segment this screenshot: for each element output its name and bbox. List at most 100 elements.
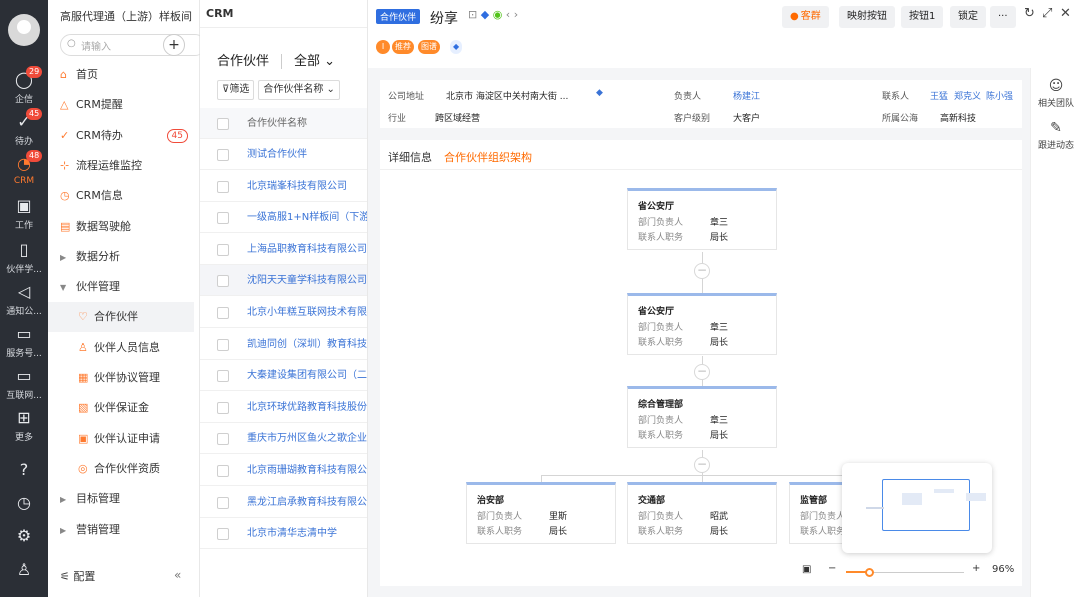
table-row[interactable]: 北京市清华志清中学 <box>200 518 367 550</box>
org-node[interactable]: 省公安厅 部门负责人 章三 联系人职务 局长 <box>627 188 777 250</box>
button1[interactable]: 按钮1 <box>901 6 944 28</box>
filter-button[interactable]: ⊽筛选 <box>217 80 255 100</box>
row-checkbox[interactable] <box>217 401 229 414</box>
next-record-button[interactable]: › <box>514 8 518 21</box>
related-team-button[interactable]: ☺ 相关团队 <box>1031 78 1080 109</box>
row-checkbox[interactable] <box>217 465 229 477</box>
collapse-joint-icon[interactable]: − <box>694 457 710 473</box>
nav-item-1[interactable]: △ CRM提醒 <box>48 90 194 120</box>
partner-name-link[interactable]: 大秦建设集团有限公司（二级 <box>247 360 367 390</box>
minimap[interactable] <box>842 463 992 553</box>
nav-item-2[interactable]: ✓ CRM待办 45 <box>48 121 194 151</box>
table-row[interactable]: 测试合作伙伴 <box>200 139 367 170</box>
nav-item-11[interactable]: ▧ 伙伴保证金 <box>48 393 194 423</box>
zoom-slider-handle[interactable] <box>865 568 874 577</box>
collapse-icon[interactable]: « <box>174 568 181 582</box>
partner-name-link[interactable]: 沈阳天天童学科技有限公司 <box>247 265 367 295</box>
customer-group-button[interactable]: 客群 <box>782 6 829 28</box>
rail-item-todo[interactable]: ✓ 45 待办 <box>0 108 48 147</box>
nav-item-12[interactable]: ▣ 伙伴认证申请 <box>48 424 194 454</box>
row-checkbox[interactable] <box>217 338 229 351</box>
rail-item-more[interactable]: ⊞ 更多 <box>0 408 48 443</box>
contact-1[interactable]: 王猛 <box>930 89 948 102</box>
rail-item-chat[interactable]: ◯ 29 企信 <box>0 66 48 105</box>
row-checkbox[interactable] <box>217 370 229 383</box>
more-button[interactable]: ··· <box>990 6 1016 28</box>
view-select[interactable]: 全部 ⌄ <box>281 54 336 69</box>
table-row[interactable]: 一级高服1+N样板间（下游） <box>200 202 367 234</box>
nav-item-14[interactable]: ▶ 目标管理 <box>48 484 194 514</box>
partner-name-link[interactable]: 重庆市万州区鱼火之歌企业管 <box>247 423 367 453</box>
row-checkbox[interactable] <box>217 243 229 256</box>
partner-name-link[interactable]: 测试合作伙伴 <box>247 139 307 169</box>
nav-item-8[interactable]: ♡ 合作伙伴 <box>48 302 194 333</box>
table-row[interactable]: 北京小年糕互联网技术有限公 <box>200 297 367 328</box>
contact-2[interactable]: 郑克义 <box>954 89 981 102</box>
tag-icon[interactable]: ◆ <box>481 8 489 21</box>
follow-up-button[interactable]: ✎ 跟进动态 <box>1031 120 1080 151</box>
row-checkbox[interactable] <box>217 528 229 541</box>
rail-item-work[interactable]: ▣ 工作 <box>0 196 48 231</box>
nav-item-0[interactable]: ⌂ 首页 <box>48 60 194 90</box>
nav-config[interactable]: ⚟ 配置 <box>60 568 95 584</box>
org-node[interactable]: 综合管理部 部门负责人 章三 联系人职务 局长 <box>627 386 777 448</box>
zoom-slider[interactable] <box>846 568 964 577</box>
org-node[interactable]: 治安部 部门负责人 里斯 联系人职务 局长 <box>466 482 616 544</box>
field-select[interactable]: 合作伙伴名称 ⌄ <box>258 80 340 100</box>
rail-item-crm[interactable]: ◔ 48 CRM <box>0 150 48 186</box>
org-node[interactable]: 交通部 部门负责人 昭武 联系人职务 局长 <box>627 482 777 544</box>
nav-item-4[interactable]: ◷ CRM信息 <box>48 181 194 211</box>
prev-record-button[interactable]: ‹ <box>506 8 510 21</box>
rail-item-internet[interactable]: ▭ 互联网... <box>0 366 48 401</box>
chip-recommend[interactable]: 推荐 <box>392 40 414 54</box>
tag-blue-icon[interactable]: ◆ <box>450 40 463 54</box>
refresh-icon[interactable]: ↻ <box>1024 6 1035 21</box>
owner-value[interactable]: 杨建江 <box>733 89 760 102</box>
org-chart-canvas[interactable]: − − − 省公安厅 部门负责人 章三 联系人职务 局长 省公安厅 部门负责人 章三 联系人职务… <box>380 170 1022 586</box>
table-row[interactable]: 沈阳天天童学科技有限公司 <box>200 265 367 297</box>
lock-icon[interactable]: ⊡ <box>468 8 477 21</box>
nav-item-6[interactable]: ▶ 数据分析 <box>48 242 194 272</box>
table-row[interactable]: 上海品职教育科技有限公司 <box>200 234 367 265</box>
partner-name-link[interactable]: 一级高服1+N样板间（下游） <box>247 202 367 232</box>
table-row[interactable]: 重庆市万州区鱼火之歌企业管 <box>200 423 367 455</box>
partner-name-link[interactable]: 北京环球优路教育科技股份有 <box>247 392 367 422</box>
minimap-viewport[interactable] <box>882 479 970 531</box>
partner-name-link[interactable]: 上海品职教育科技有限公司 <box>247 234 367 264</box>
table-row[interactable]: 大秦建设集团有限公司（二级 <box>200 360 367 392</box>
expand-icon[interactable]: ⤢ <box>1042 6 1052 21</box>
rail-item-service[interactable]: ▭ 服务号... <box>0 324 48 359</box>
nav-item-3[interactable]: ⊹ 流程运维监控 <box>48 151 194 181</box>
mapping-button[interactable]: 映射按钮 <box>839 6 895 28</box>
tab-details[interactable]: 详细信息 <box>388 149 432 165</box>
history-button[interactable]: ◷ <box>0 493 48 515</box>
profile-button[interactable]: ♙ <box>0 560 48 582</box>
nav-item-13[interactable]: ◎ 合作伙伴资质 <box>48 454 194 484</box>
table-row[interactable]: 北京雨珊瑚教育科技有限公司 <box>200 455 367 486</box>
tab-org-structure[interactable]: 合作伙伴组织架构 <box>444 149 532 165</box>
partner-name-link[interactable]: 北京雨珊瑚教育科技有限公司 <box>247 455 367 485</box>
row-checkbox[interactable] <box>217 212 229 225</box>
nav-item-15[interactable]: ▶ 营销管理 <box>48 515 194 545</box>
map-pin-icon[interactable]: ◆ <box>596 88 603 98</box>
table-row[interactable]: 北京瑞峯科技有限公司 <box>200 171 367 202</box>
table-row[interactable]: 黑龙江启承教育科技有限公司 <box>200 487 367 518</box>
table-row[interactable]: 凯迪同创（深圳）教育科技发 <box>200 329 367 360</box>
rail-item-learn[interactable]: ▯ 伙伴学... <box>0 240 48 275</box>
nav-add-button[interactable]: + <box>163 34 185 56</box>
close-icon[interactable]: ✕ <box>1060 6 1071 21</box>
avatar[interactable] <box>8 14 40 46</box>
partner-name-link[interactable]: 黑龙江启承教育科技有限公司 <box>247 487 367 517</box>
table-row[interactable]: 北京环球优路教育科技股份有 <box>200 392 367 423</box>
row-checkbox[interactable] <box>217 433 229 446</box>
row-checkbox[interactable] <box>217 149 229 161</box>
contact-3[interactable]: 陈小强 <box>986 89 1013 102</box>
column-header-name[interactable]: 合作伙伴名称 <box>247 108 307 138</box>
partner-name-link[interactable]: 凯迪同创（深圳）教育科技发 <box>247 329 367 359</box>
rail-item-notice[interactable]: ◁ 通知公... <box>0 282 48 317</box>
nav-item-7[interactable]: ▼ 伙伴管理 <box>48 272 194 302</box>
partner-name-link[interactable]: 北京瑞峯科技有限公司 <box>247 171 347 201</box>
help-button[interactable]: ? <box>0 460 48 482</box>
fit-screen-icon[interactable]: ▣ <box>802 564 811 575</box>
zoom-in-button[interactable]: + <box>972 563 980 574</box>
